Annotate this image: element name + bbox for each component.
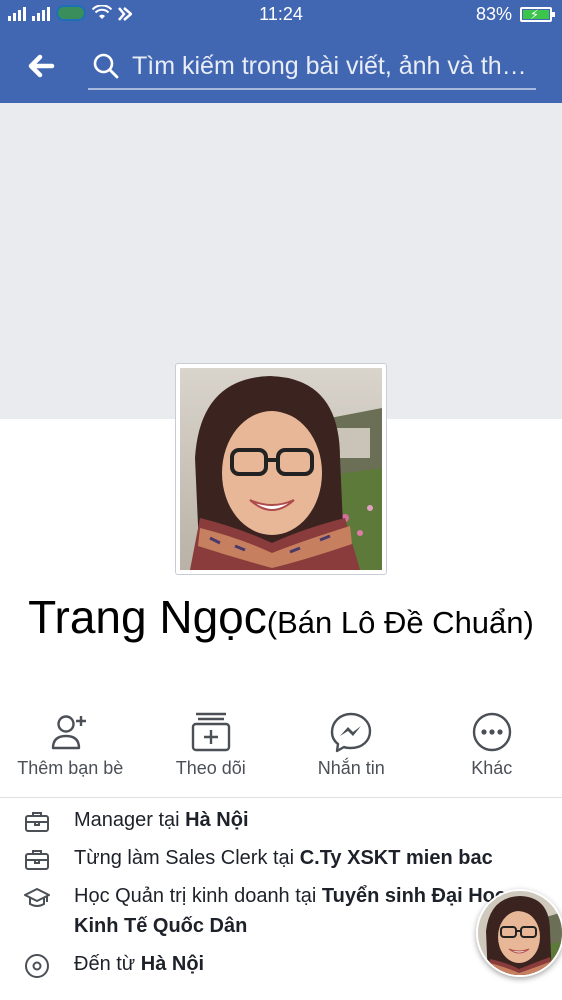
profile-nickname: (Bán Lô Đề Chuẩn) [266,605,534,640]
intro-bold[interactable]: Hà Nội [185,809,248,831]
profile-picture[interactable] [175,363,387,575]
follow-icon [191,712,230,752]
briefcase-icon [25,812,49,832]
intro-prefix: Từng làm Sales Clerk tại [74,847,300,869]
messenger-icon [331,712,372,753]
intro-bold[interactable]: Hà Nội [141,953,204,975]
intro-prefix: Học Quản trị kinh doanh tại [74,885,322,907]
search-input[interactable] [132,48,532,84]
intro-list: Manager tại Hà Nội Từng làm Sales Clerk … [0,805,562,979]
intro-item-work[interactable]: Manager tại Hà Nội [0,805,562,835]
message-button[interactable]: Nhắn tin [281,708,422,788]
profile-name-main: Trang Ngọc [28,591,267,643]
search-icon [93,53,119,79]
action-label: Khác [471,758,513,778]
intro-item-hometown[interactable]: Đến từ Hà Nội [0,949,562,979]
intro-item-past-work[interactable]: Từng làm Sales Clerk tại C.Ty XSKT mien … [0,843,562,873]
profile-name: Trang Ngọc(Bán Lô Đề Chuẩn) [20,593,542,653]
location-pin-icon [25,954,49,978]
action-label: Nhắn tin [317,758,385,778]
intro-prefix: Manager tại [74,809,186,831]
add-friend-button[interactable]: Thêm bạn bè [0,708,141,788]
search-bar [0,30,562,103]
battery-percent: 83% [475,4,512,24]
intro-bold[interactable]: C.Ty XSKT mien bac [300,847,493,869]
action-label: Thêm bạn bè [17,758,124,778]
add-friend-icon [52,715,87,750]
divider [0,797,562,798]
battery-icon: ⚡ [520,7,555,22]
more-icon [472,712,511,752]
chat-head-avatar[interactable] [476,889,562,977]
search-field[interactable] [88,42,536,90]
profile-photo [180,368,382,570]
briefcase-icon [25,850,49,870]
follow-button[interactable]: Theo dõi [141,708,282,788]
action-label: Theo dõi [175,758,246,778]
graduation-cap-icon [24,888,50,907]
status-bar: 11:24 83% ⚡ [0,0,562,28]
more-button[interactable]: Khác [422,708,562,788]
back-arrow-icon[interactable] [22,46,62,86]
intro-prefix: Đến từ [74,953,141,975]
top-bar: 11:24 83% ⚡ [0,0,562,103]
profile-actions: Thêm bạn bè Theo dõi Nhắn tin Khác [0,708,562,788]
